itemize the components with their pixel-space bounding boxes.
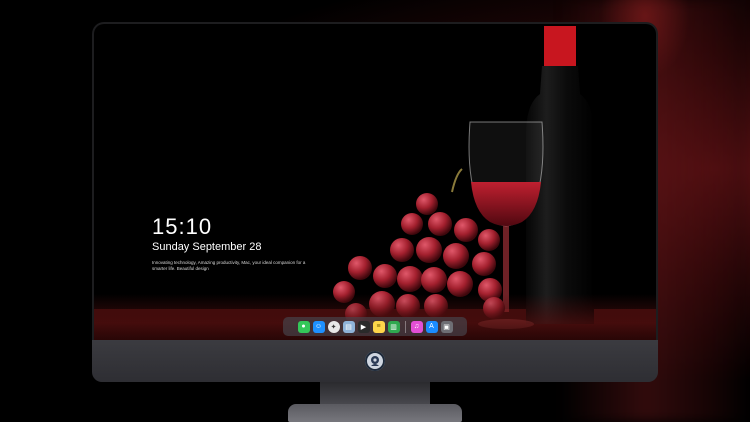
stand-base bbox=[288, 404, 462, 422]
preview-icon[interactable]: ▤ bbox=[342, 320, 355, 333]
stand-neck bbox=[320, 382, 430, 406]
dock: ● ☺ ✦ ▤ ▶ ≡ ▥ ♫ A ▣ bbox=[283, 317, 467, 336]
notes-icon[interactable]: ≡ bbox=[372, 320, 385, 333]
messages-icon[interactable]: ● bbox=[297, 320, 310, 333]
lock-clock: 15:10 bbox=[152, 214, 213, 239]
finder-icon[interactable]: ☺ bbox=[312, 320, 325, 333]
dock-divider bbox=[404, 320, 406, 333]
display-screen: 15:10 Sunday September 28 Innovating tec… bbox=[92, 22, 658, 340]
brand-logo-icon bbox=[365, 351, 385, 371]
monitor-chin bbox=[92, 340, 658, 382]
safari-icon[interactable]: ✦ bbox=[327, 320, 340, 333]
imac-monitor: 15:10 Sunday September 28 Innovating tec… bbox=[92, 22, 658, 382]
itunes-icon[interactable]: ♫ bbox=[410, 320, 423, 333]
screenshot-icon[interactable]: ▣ bbox=[440, 320, 453, 333]
lock-tagline: Innovating technology, Amazing productiv… bbox=[152, 260, 306, 271]
wine-wallpaper bbox=[94, 26, 656, 340]
numbers-icon[interactable]: ▥ bbox=[387, 320, 400, 333]
lock-date: Sunday September 28 bbox=[152, 241, 262, 253]
app-store-icon[interactable]: A bbox=[425, 320, 438, 333]
final-cut-icon[interactable]: ▶ bbox=[357, 320, 370, 333]
